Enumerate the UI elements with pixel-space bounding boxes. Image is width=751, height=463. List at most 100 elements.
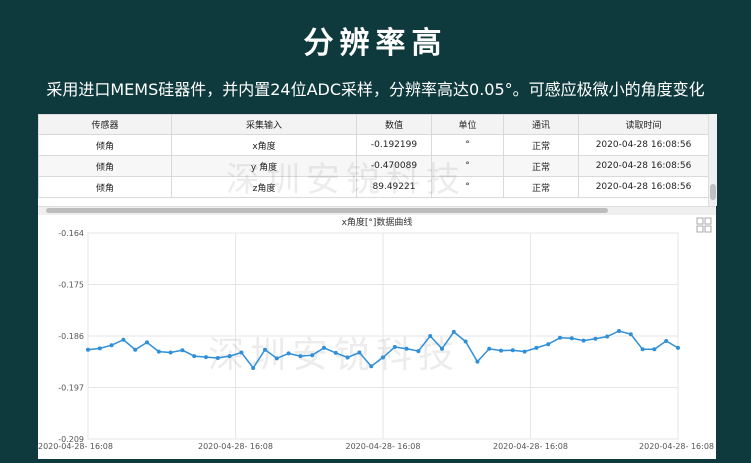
software-panel: 传感器 采集输入 数值 单位 通讯 读取时间 倾角 x角度 -0.192199 …	[38, 114, 717, 459]
data-point	[652, 347, 657, 352]
data-point	[499, 348, 503, 353]
data-point	[534, 345, 539, 350]
data-point	[569, 336, 574, 341]
vertical-scrollbar[interactable]	[708, 114, 717, 206]
cell-time: 2020-04-28 16:08:56	[578, 176, 708, 198]
horizontal-scroll-thumb[interactable]	[46, 208, 608, 213]
cell-status: 正常	[503, 134, 579, 156]
data-point	[369, 364, 374, 369]
cell-input: y 角度	[171, 155, 357, 177]
data-point	[97, 346, 102, 351]
headline: 分辨率高	[303, 26, 448, 61]
x-tick-label: 2020-04-28- 16:08	[639, 442, 714, 451]
data-grid: 传感器 采集输入 数值 单位 通讯 读取时间 倾角 x角度 -0.192199 …	[38, 114, 708, 206]
cell-value: 89.49221	[356, 176, 432, 198]
table-row[interactable]: 倾角 x角度 -0.192199 ° 正常 2020-04-28 16:08:5…	[38, 134, 708, 156]
cell-status: 正常	[503, 176, 579, 198]
data-point	[451, 329, 456, 334]
data-point	[416, 349, 421, 354]
chart-title: x角度[°]数据曲线	[342, 216, 413, 228]
column-header[interactable]: 传感器	[38, 114, 172, 135]
cell-unit: °	[431, 176, 504, 198]
data-point	[510, 348, 515, 353]
data-point	[628, 332, 633, 337]
table-row[interactable]: 倾角 y 角度 -0.470089 ° 正常 2020-04-28 16:08:…	[38, 155, 708, 177]
data-point	[333, 350, 338, 355]
data-point	[605, 334, 610, 339]
data-point	[558, 335, 562, 340]
data-point	[133, 347, 138, 352]
data-point	[440, 346, 444, 351]
table-row[interactable]: 倾角 z角度 89.49221 ° 正常 2020-04-28 16:08:56	[38, 176, 708, 198]
cell-input: z角度	[171, 176, 357, 198]
data-point	[286, 351, 291, 356]
data-point	[322, 345, 326, 350]
data-point	[168, 350, 173, 355]
data-point	[487, 346, 492, 351]
table-header-row: 传感器 采集输入 数值 单位 通讯 读取时间	[38, 114, 708, 135]
data-point	[145, 340, 149, 345]
cell-sensor: 倾角	[38, 176, 172, 198]
data-point	[617, 329, 621, 333]
data-point	[274, 356, 279, 361]
cell-time: 2020-04-28 16:08:56	[578, 134, 708, 156]
data-table: 传感器 采集输入 数值 单位 通讯 读取时间 倾角 x角度 -0.192199 …	[38, 114, 708, 198]
vertical-scroll-thumb[interactable]	[710, 184, 716, 200]
cell-time: 2020-04-28 16:08:56	[578, 155, 708, 177]
data-point	[463, 339, 468, 344]
y-tick-label: -0.164	[58, 229, 84, 238]
y-tick-label: -0.175	[58, 281, 84, 290]
x-tick-label: 2020-04-28- 16:08	[198, 442, 273, 451]
column-header[interactable]: 单位	[431, 114, 504, 135]
data-point	[192, 354, 197, 359]
cell-value: -0.192199	[356, 134, 432, 156]
y-tick-label: -0.186	[58, 332, 84, 341]
column-header[interactable]: 数值	[356, 114, 432, 135]
data-point	[298, 354, 303, 359]
column-header[interactable]: 读取时间	[578, 114, 708, 135]
x-tick-label: 2020-04-28- 16:08	[346, 442, 421, 451]
data-point	[345, 355, 350, 360]
data-point	[676, 345, 680, 350]
cell-value: -0.470089	[356, 155, 432, 177]
cell-status: 正常	[503, 155, 579, 177]
cell-sensor: 倾角	[38, 155, 172, 177]
data-point	[121, 337, 126, 342]
subheadline: 采用进口MEMS硅器件，并内置24位ADC采样，分辨率高达0.05°。可感应极微…	[46, 80, 705, 99]
x-tick-label: 2020-04-28- 16:08	[38, 442, 113, 451]
data-point	[640, 347, 645, 352]
data-point	[263, 347, 267, 352]
data-point	[357, 350, 362, 355]
data-point	[109, 343, 114, 348]
cell-unit: °	[431, 155, 504, 177]
watermark-text: 深圳安锐科技	[208, 335, 460, 376]
cell-input: x角度	[171, 134, 357, 156]
cell-unit: °	[431, 134, 504, 156]
cell-sensor: 倾角	[38, 134, 172, 156]
data-point	[310, 353, 315, 358]
data-point	[546, 342, 551, 347]
line-chart: -0.164-0.175-0.186-0.197-0.2092020-04-28…	[38, 216, 714, 451]
column-header[interactable]: 采集输入	[171, 114, 357, 135]
data-point	[475, 359, 480, 364]
data-point	[239, 350, 244, 355]
data-point	[156, 349, 161, 354]
data-point	[392, 345, 397, 349]
data-point	[428, 334, 433, 338]
data-point	[180, 348, 185, 353]
data-point	[86, 347, 90, 352]
data-point	[664, 339, 669, 343]
data-point	[204, 355, 208, 360]
horizontal-scrollbar[interactable]	[38, 206, 716, 215]
data-point	[404, 346, 409, 351]
x-tick-label: 2020-04-28- 16:08	[493, 442, 568, 451]
data-point	[215, 356, 220, 360]
y-tick-label: -0.197	[58, 384, 84, 393]
data-point	[227, 354, 232, 359]
data-point	[381, 355, 385, 360]
grid-icon[interactable]	[696, 217, 712, 233]
data-point	[251, 366, 256, 370]
column-header[interactable]: 通讯	[503, 114, 579, 135]
data-point	[522, 349, 527, 354]
data-point	[593, 336, 598, 341]
